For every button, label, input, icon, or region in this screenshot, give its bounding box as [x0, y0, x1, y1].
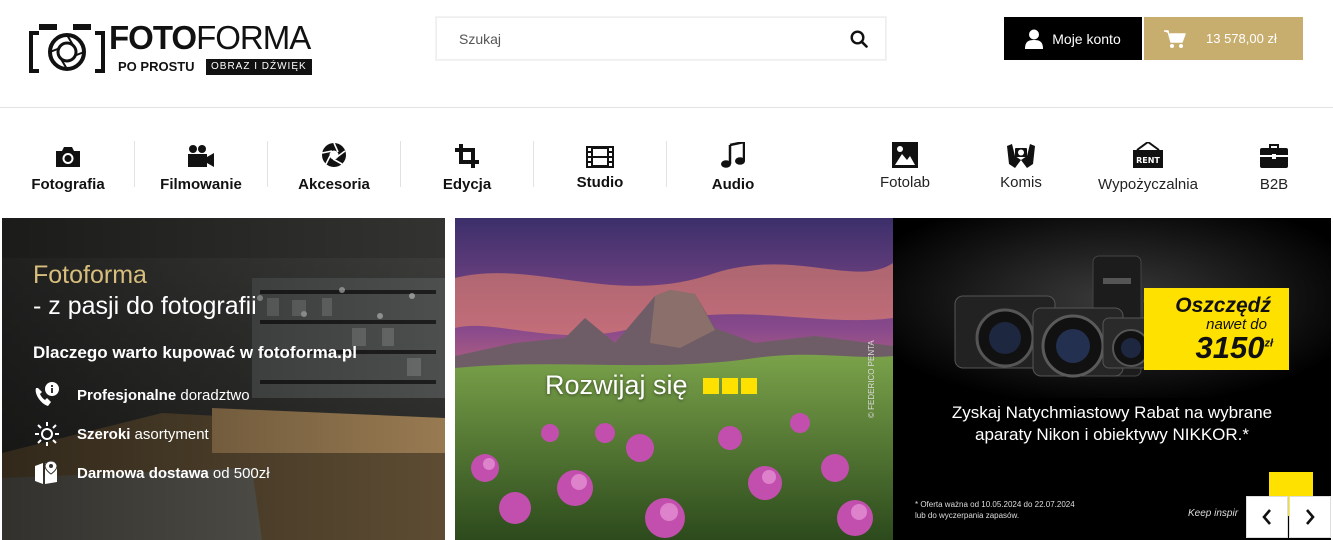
feature-bold: Profesjonalne	[77, 386, 177, 404]
banner-title: Fotoforma	[33, 261, 147, 289]
nav-label: Wypożyczalnia	[1098, 176, 1198, 193]
logo-tagline-right: OBRAZ I DŹWIĘK	[206, 59, 312, 75]
nav-label: Filmowanie	[160, 176, 242, 193]
badge-amount-value: 3150	[1195, 330, 1265, 365]
nav-divider	[666, 141, 667, 187]
nav-item-fotografia[interactable]: Fotografia	[29, 138, 107, 198]
music-note-icon	[721, 142, 745, 168]
chevron-left-icon	[1262, 509, 1271, 525]
why-buy-heading: Dlaczego warto kupować w fotoforma.pl	[33, 343, 357, 362]
film-strip-icon	[586, 146, 614, 168]
badge-amount: 3150zł	[1195, 330, 1273, 366]
crop-icon	[455, 144, 479, 168]
cart-button[interactable]: 13 578,00 zł	[1144, 17, 1303, 60]
nav-item-akcesoria[interactable]: Akcesoria	[294, 138, 374, 198]
nav-label: Akcesoria	[298, 176, 370, 193]
cart-icon	[1164, 29, 1186, 48]
user-icon	[1025, 29, 1044, 49]
nav-divider	[533, 141, 534, 187]
nav-label: Fotografia	[31, 176, 105, 193]
nav-label: B2B	[1259, 176, 1289, 193]
search-icon	[850, 29, 868, 48]
video-camera-icon	[188, 145, 214, 167]
briefcase-icon	[1260, 144, 1288, 168]
my-account-label: Moje konto	[1052, 30, 1121, 47]
fotoforma-logo[interactable]: FOTOFORMA PO PROSTU OBRAZ I DŹWIĘK	[29, 18, 324, 76]
badge-line1: Oszczędź	[1175, 294, 1271, 317]
nav-divider	[400, 141, 401, 187]
search-bar	[436, 17, 886, 60]
svg-text:RENT: RENT	[1136, 156, 1160, 165]
feature-bold: Darmowa dostawa	[77, 464, 209, 482]
slider-prev-button[interactable]	[1246, 496, 1288, 538]
note-line2: lub do wyczerpania zapasów.	[915, 511, 1020, 520]
category-nav: Fotografia Filmowanie Akcesoria Edycja S…	[0, 108, 1333, 218]
photo-frame-icon	[892, 142, 918, 168]
landscape-promo-banner[interactable]: Rozwijaj się © FEDERICO PENTA	[455, 218, 893, 540]
nav-label: Fotolab	[879, 174, 931, 191]
logo-word-bold: FOTO	[109, 19, 197, 56]
badge-unit: zł	[1264, 337, 1273, 350]
nav-label: Audio	[711, 176, 755, 193]
discount-badge: Oszczędź nawet do 3150zł	[1144, 288, 1289, 370]
search-button[interactable]	[833, 18, 885, 59]
nav-label: Komis	[1000, 174, 1042, 191]
nav-label: Edycja	[442, 176, 492, 193]
nav-item-wypozyczalnia[interactable]: RENT Wypożyczalnia	[1092, 138, 1204, 198]
promo-line1: Zyskaj Natychmiastowy Rabat na wybrane	[951, 403, 1273, 422]
nav-divider	[134, 141, 135, 187]
nav-item-b2b[interactable]: B2B	[1254, 138, 1294, 198]
nav-item-fotolab[interactable]: Fotolab	[874, 138, 936, 198]
feature-item: Profesjonalne doradztwo	[33, 382, 250, 408]
feature-rest: od 500zł	[208, 464, 270, 482]
logo-tagline-left: PO PROSTU	[118, 59, 195, 74]
store-info-banner[interactable]: Fotoforma - z pasji do fotografii Dlacze…	[2, 218, 445, 540]
nav-item-audio[interactable]: Audio	[705, 138, 761, 198]
nav-item-filmowanie[interactable]: Filmowanie	[155, 138, 247, 198]
note-line1: * Oferta ważna od 10.05.2024 do 22.07.20…	[915, 500, 1075, 509]
hands-camera-icon	[1007, 144, 1035, 168]
nav-label: Studio	[576, 174, 624, 191]
feature-item: Szeroki asortyment	[33, 421, 209, 447]
nav-item-edycja[interactable]: Edycja	[438, 138, 496, 198]
feature-rest: asortyment	[130, 425, 209, 443]
slogan-text: Keep inspir	[1188, 508, 1239, 519]
page: FOTOFORMA PO PROSTU OBRAZ I DŹWIĘK Moje …	[0, 0, 1333, 540]
delivery-box-icon	[35, 460, 58, 484]
aperture-icon	[321, 142, 346, 167]
camera-icon	[56, 147, 80, 167]
slider-next-button[interactable]	[1289, 496, 1331, 538]
feature-bold: Szeroki	[77, 425, 131, 443]
headline-text: Rozwijaj się	[545, 370, 688, 400]
search-input[interactable]	[437, 18, 833, 59]
promo-text: Zyskaj Natychmiastowy Rabat na wybrane a…	[893, 402, 1331, 446]
my-account-button[interactable]: Moje konto	[1004, 17, 1142, 60]
nikon-promo-banner[interactable]: Oszczędź nawet do 3150zł Zyskaj Natychmi…	[893, 218, 1331, 540]
banner-headline: Rozwijaj się	[545, 370, 757, 401]
nav-divider	[267, 141, 268, 187]
feature-rest: doradztwo	[176, 386, 250, 404]
banner-subtitle: - z pasji do fotografii	[33, 292, 257, 320]
nav-item-komis[interactable]: Komis	[994, 138, 1048, 198]
rent-sign-icon: RENT	[1133, 142, 1163, 168]
phone-info-icon	[35, 382, 59, 406]
sparkle-icon	[35, 422, 59, 446]
offer-note: * Oferta ważna od 10.05.2024 do 22.07.20…	[915, 499, 1075, 521]
yellow-squares	[700, 370, 757, 401]
promo-line2: aparaty Nikon i obiektywy NIKKOR.*	[975, 425, 1249, 444]
logo-word-light: FORMA	[196, 19, 311, 56]
site-header: FOTOFORMA PO PROSTU OBRAZ I DŹWIĘK Moje …	[0, 0, 1333, 108]
nav-item-studio[interactable]: Studio	[570, 138, 630, 198]
feature-item: Darmowa dostawa od 500zł	[33, 460, 270, 486]
photo-credit: © FEDERICO PENTA	[867, 340, 876, 418]
chevron-right-icon	[1306, 509, 1315, 525]
cart-total: 13 578,00 zł	[1206, 31, 1277, 46]
